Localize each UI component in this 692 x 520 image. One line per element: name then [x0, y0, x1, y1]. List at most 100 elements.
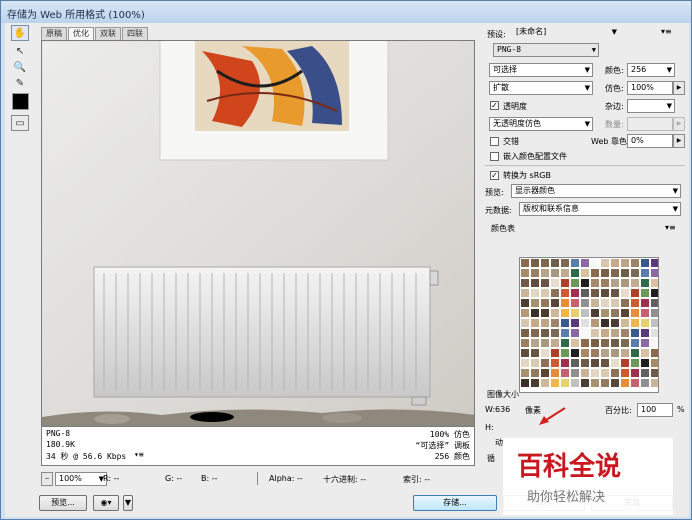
color-swatch[interactable]	[610, 378, 620, 388]
color-swatch[interactable]	[610, 368, 620, 378]
color-swatch[interactable]	[580, 308, 590, 318]
color-swatch[interactable]	[630, 308, 640, 318]
color-swatch[interactable]	[550, 278, 560, 288]
color-swatch[interactable]	[620, 358, 630, 368]
color-swatch[interactable]	[560, 298, 570, 308]
color-swatch[interactable]	[520, 358, 530, 368]
percent-field[interactable]: 100	[637, 403, 673, 417]
color-swatch[interactable]	[640, 328, 650, 338]
metadata-select[interactable]: 版权和联系信息 ▼	[519, 202, 681, 216]
color-swatch[interactable]	[610, 308, 620, 318]
transparency-checkbox[interactable]: ✓	[490, 101, 499, 110]
color-swatch[interactable]	[600, 298, 610, 308]
download-speed-menu-icon[interactable]: ▾≡	[134, 450, 144, 459]
preview-button[interactable]: 预览...	[39, 495, 87, 511]
color-swatch[interactable]	[590, 348, 600, 358]
dither-algorithm-select[interactable]: 扩散 ▼	[489, 81, 593, 95]
color-swatch[interactable]	[650, 268, 658, 278]
color-swatch[interactable]	[590, 258, 600, 268]
color-swatch[interactable]	[640, 268, 650, 278]
color-swatch[interactable]	[620, 258, 630, 268]
color-swatch[interactable]	[550, 358, 560, 368]
eyedropper-color-swatch[interactable]	[12, 93, 29, 110]
color-swatch[interactable]	[590, 298, 600, 308]
embed-profile-checkbox[interactable]	[490, 152, 499, 161]
color-swatch[interactable]	[530, 318, 540, 328]
interlaced-checkbox[interactable]	[490, 137, 499, 146]
color-swatch[interactable]	[630, 348, 640, 358]
color-swatch[interactable]	[630, 278, 640, 288]
color-swatch[interactable]	[580, 358, 590, 368]
color-swatch[interactable]	[540, 298, 550, 308]
color-swatch[interactable]	[590, 268, 600, 278]
color-swatch[interactable]	[530, 268, 540, 278]
color-swatch[interactable]	[640, 258, 650, 268]
color-swatch[interactable]	[650, 348, 658, 358]
color-swatch[interactable]	[600, 268, 610, 278]
color-swatch[interactable]	[530, 328, 540, 338]
color-swatch[interactable]	[560, 348, 570, 358]
color-swatch[interactable]	[600, 378, 610, 388]
color-swatch[interactable]	[640, 368, 650, 378]
color-swatch[interactable]	[650, 378, 658, 388]
color-swatch[interactable]	[550, 268, 560, 278]
color-swatch[interactable]	[650, 308, 658, 318]
color-swatch[interactable]	[640, 288, 650, 298]
tab-optimized[interactable]: 优化	[68, 27, 94, 40]
color-swatch[interactable]	[590, 378, 600, 388]
color-swatch[interactable]	[620, 338, 630, 348]
color-swatch[interactable]	[580, 348, 590, 358]
tab-original[interactable]: 原稿	[41, 27, 67, 40]
color-swatch[interactable]	[540, 328, 550, 338]
color-swatch[interactable]	[560, 308, 570, 318]
slice-select-tool-icon[interactable]: ↖	[11, 43, 29, 59]
colors-select[interactable]: 256 ▼	[627, 63, 675, 77]
color-swatch[interactable]	[580, 258, 590, 268]
color-swatch[interactable]	[640, 298, 650, 308]
eyedropper-tool-icon[interactable]: ✎	[11, 75, 29, 91]
color-swatch[interactable]	[540, 278, 550, 288]
color-swatch[interactable]	[550, 368, 560, 378]
color-swatch[interactable]	[610, 328, 620, 338]
color-swatch[interactable]	[520, 338, 530, 348]
color-swatch[interactable]	[630, 338, 640, 348]
color-swatch[interactable]	[610, 258, 620, 268]
color-swatch[interactable]	[550, 298, 560, 308]
color-swatch[interactable]	[570, 378, 580, 388]
color-swatch[interactable]	[580, 298, 590, 308]
color-swatch[interactable]	[640, 348, 650, 358]
color-swatch[interactable]	[610, 338, 620, 348]
color-swatch[interactable]	[570, 258, 580, 268]
color-swatch[interactable]	[630, 268, 640, 278]
color-swatch[interactable]	[600, 338, 610, 348]
color-swatch[interactable]	[590, 338, 600, 348]
color-swatch[interactable]	[640, 358, 650, 368]
color-swatch[interactable]	[550, 378, 560, 388]
color-swatch[interactable]	[560, 358, 570, 368]
color-swatch[interactable]	[520, 318, 530, 328]
color-swatch[interactable]	[650, 298, 658, 308]
color-swatch[interactable]	[540, 358, 550, 368]
color-swatch[interactable]	[640, 278, 650, 288]
color-swatch[interactable]	[570, 318, 580, 328]
color-swatch[interactable]	[550, 318, 560, 328]
image-preview[interactable]	[41, 40, 475, 446]
color-swatch[interactable]	[610, 348, 620, 358]
color-swatch[interactable]	[570, 358, 580, 368]
color-swatch[interactable]	[580, 378, 590, 388]
color-swatch[interactable]	[580, 288, 590, 298]
color-swatch[interactable]	[650, 278, 658, 288]
color-swatch[interactable]	[600, 318, 610, 328]
web-snap-stepper[interactable]: ▶	[673, 134, 685, 148]
color-swatch[interactable]	[570, 298, 580, 308]
color-swatch[interactable]	[550, 328, 560, 338]
color-swatch[interactable]	[540, 268, 550, 278]
color-swatch[interactable]	[600, 278, 610, 288]
color-swatch[interactable]	[520, 268, 530, 278]
color-swatch[interactable]	[620, 378, 630, 388]
color-swatch[interactable]	[520, 278, 530, 288]
color-swatch[interactable]	[580, 278, 590, 288]
color-swatch[interactable]	[540, 338, 550, 348]
color-swatch[interactable]	[560, 378, 570, 388]
color-swatch[interactable]	[580, 328, 590, 338]
